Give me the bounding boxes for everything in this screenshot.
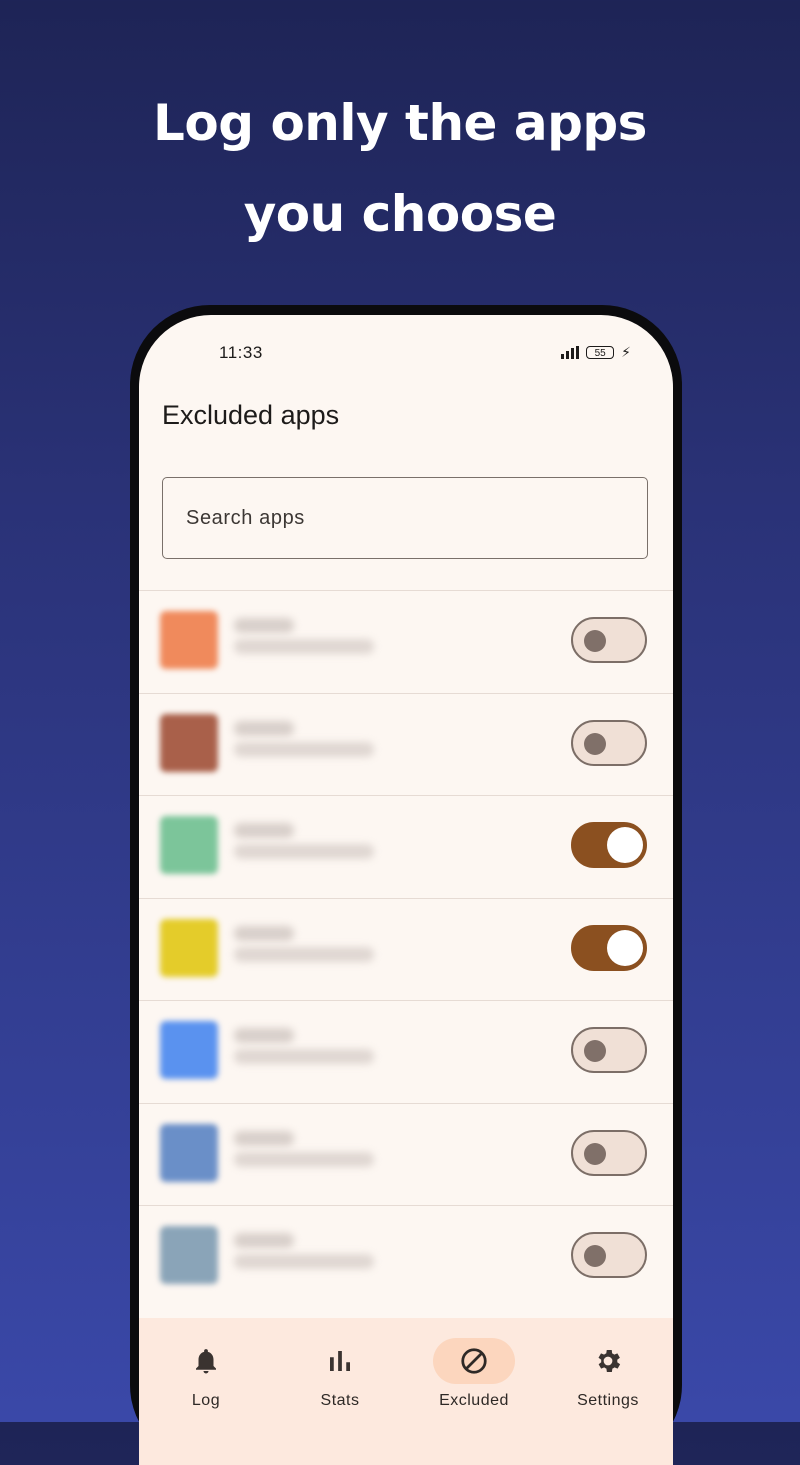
bottom-navigation: Log Stats Excluded Settings	[139, 1318, 673, 1465]
nav-label-stats: Stats	[320, 1392, 360, 1409]
toggle-knob	[607, 929, 643, 966]
block-icon	[461, 1348, 487, 1374]
app-row[interactable]	[139, 590, 673, 693]
app-package-redacted	[234, 1049, 374, 1064]
app-package-redacted	[234, 639, 374, 654]
search-placeholder: Search apps	[186, 507, 305, 529]
toggle-knob	[584, 1040, 606, 1062]
headline-line-1: Log only the apps	[153, 94, 647, 152]
exclude-toggle[interactable]	[571, 1232, 647, 1278]
app-name-redacted	[234, 1130, 294, 1146]
toggle-knob	[584, 1142, 606, 1165]
charging-icon: ⚡	[621, 344, 631, 360]
exclude-toggle[interactable]	[571, 719, 647, 766]
app-icon	[160, 816, 218, 874]
app-row[interactable]	[139, 1000, 673, 1103]
nav-label-excluded: Excluded	[439, 1392, 509, 1409]
bar-chart-icon	[330, 1351, 350, 1371]
app-row[interactable]	[139, 1205, 673, 1308]
nav-item-stats[interactable]: Stats	[273, 1318, 407, 1428]
app-icon	[160, 1123, 218, 1182]
nav-item-settings[interactable]: Settings	[541, 1318, 673, 1428]
app-icon	[160, 611, 218, 669]
exclude-toggle[interactable]	[571, 617, 647, 663]
phone-frame: 11:33 55 ⚡ Excluded apps Search apps Log	[130, 305, 682, 1465]
bell-icon	[196, 1349, 216, 1374]
app-list	[139, 590, 673, 1308]
gear-icon	[598, 1350, 621, 1372]
app-name-redacted	[234, 618, 294, 633]
app-icon	[160, 1021, 218, 1079]
status-icons: 55 ⚡	[561, 345, 631, 359]
exclude-toggle[interactable]	[571, 924, 647, 971]
app-row[interactable]	[139, 692, 673, 796]
status-time: 11:33	[219, 343, 263, 362]
exclude-toggle[interactable]	[571, 822, 647, 868]
search-input[interactable]: Search apps	[162, 477, 648, 559]
app-package-redacted	[234, 844, 374, 859]
toggle-knob	[607, 827, 643, 863]
battery-icon: 55	[586, 345, 615, 359]
toggle-knob	[584, 732, 606, 755]
app-row[interactable]	[139, 897, 673, 1001]
nav-item-excluded[interactable]: Excluded	[407, 1318, 541, 1428]
nav-label-settings: Settings	[577, 1392, 639, 1409]
app-package-redacted	[234, 1254, 374, 1269]
app-name-redacted	[234, 1233, 294, 1248]
app-name-redacted	[234, 823, 294, 838]
app-name-redacted	[234, 1028, 294, 1043]
headline-line-2: you choose	[243, 185, 557, 243]
app-name-redacted	[234, 720, 294, 736]
app-package-redacted	[234, 1151, 374, 1167]
app-row[interactable]	[139, 795, 673, 898]
phone-screen: 11:33 55 ⚡ Excluded apps Search apps Log	[139, 315, 673, 1465]
nav-item-log[interactable]: Log	[139, 1318, 273, 1428]
page-title: Excluded apps	[162, 400, 340, 430]
app-icon	[160, 918, 218, 977]
exclude-toggle[interactable]	[571, 1129, 647, 1176]
app-package-redacted	[234, 946, 374, 962]
exclude-toggle[interactable]	[571, 1027, 647, 1073]
status-bar: 11:33 55 ⚡	[139, 343, 673, 363]
toggle-knob	[584, 1245, 606, 1267]
app-row[interactable]	[139, 1102, 673, 1206]
app-package-redacted	[234, 741, 374, 757]
signal-icon	[561, 345, 580, 359]
nav-label-log: Log	[191, 1392, 221, 1409]
app-name-redacted	[234, 925, 294, 941]
toggle-knob	[584, 630, 606, 652]
app-icon	[160, 713, 218, 772]
app-icon	[160, 1226, 218, 1284]
